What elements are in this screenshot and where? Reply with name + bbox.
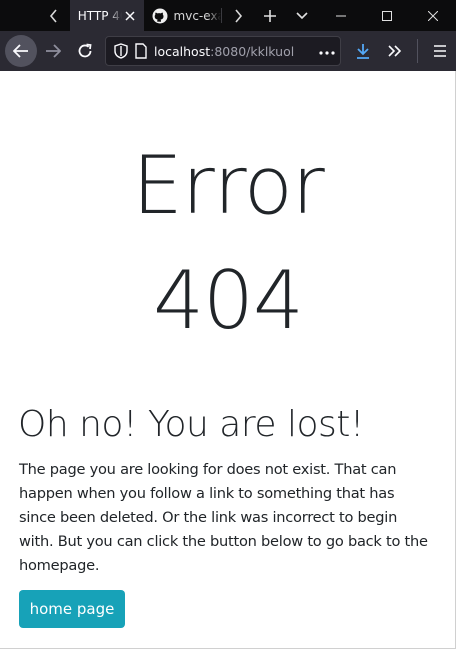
- tab-title: mvc-example: [173, 8, 222, 23]
- window-controls: [318, 0, 456, 31]
- double-chevron-right-icon: [388, 45, 402, 57]
- maximize-icon: [382, 10, 392, 21]
- page-icon[interactable]: [134, 43, 148, 59]
- address-bar[interactable]: localhost:8080/kklkuol: [105, 36, 341, 66]
- error-code: 404: [153, 254, 304, 347]
- toolbar-separator: [417, 39, 418, 63]
- lost-headline: Oh no! You are lost!: [18, 404, 364, 445]
- error-title: Error: [132, 139, 324, 232]
- more-tools-button[interactable]: [379, 35, 411, 67]
- github-icon: [152, 8, 168, 23]
- tab-mvc-example[interactable]: mvc-example: [144, 0, 222, 31]
- arrow-right-icon: [46, 44, 61, 58]
- close-window-button[interactable]: [410, 0, 456, 31]
- close-icon: [428, 10, 438, 21]
- more-horizontal-icon: [319, 51, 335, 55]
- close-tab-button[interactable]: [122, 10, 138, 21]
- navigation-toolbar: localhost:8080/kklkuol: [0, 31, 456, 71]
- minimize-button[interactable]: [318, 0, 364, 31]
- plus-icon: [264, 9, 277, 22]
- tab-strip: HTTP 404 mvc-example: [0, 0, 456, 31]
- reload-icon: [78, 43, 92, 58]
- chevron-left-icon: [49, 8, 57, 23]
- back-button[interactable]: [5, 35, 37, 67]
- page-content: Error 404 Oh no! You are lost! The page …: [0, 71, 456, 649]
- toolbar-right-group: [347, 35, 456, 67]
- reload-button[interactable]: [69, 35, 101, 67]
- forward-button[interactable]: [37, 35, 69, 67]
- chevron-down-icon: [296, 11, 308, 19]
- new-tab-button[interactable]: [254, 0, 286, 31]
- arrow-left-icon: [13, 44, 28, 58]
- downloads-button[interactable]: [347, 35, 379, 67]
- scroll-tabs-left-button[interactable]: [38, 0, 70, 31]
- chevron-right-icon: [235, 8, 243, 23]
- url-host: localhost: [154, 43, 211, 59]
- close-icon: [125, 10, 135, 21]
- scroll-tabs-right-button[interactable]: [222, 0, 254, 31]
- download-icon: [357, 44, 369, 59]
- url-text[interactable]: localhost:8080/kklkuol: [154, 44, 308, 59]
- tab-strip-left-space: [0, 0, 38, 31]
- url-path: :8080/kklkuol: [210, 43, 295, 59]
- page-actions-button[interactable]: [314, 43, 340, 59]
- home-page-button[interactable]: home page: [19, 590, 125, 628]
- tab-title: HTTP 404: [77, 8, 122, 23]
- list-all-tabs-button[interactable]: [286, 0, 318, 31]
- app-menu-button[interactable]: [424, 35, 456, 67]
- maximize-button[interactable]: [364, 0, 410, 31]
- error-description: The page you are looking for does not ex…: [19, 461, 428, 574]
- hamburger-menu-icon: [434, 45, 446, 57]
- minimize-icon: [336, 15, 346, 16]
- tab-http-404[interactable]: HTTP 404: [69, 0, 144, 31]
- tracking-shield-icon[interactable]: [114, 43, 128, 59]
